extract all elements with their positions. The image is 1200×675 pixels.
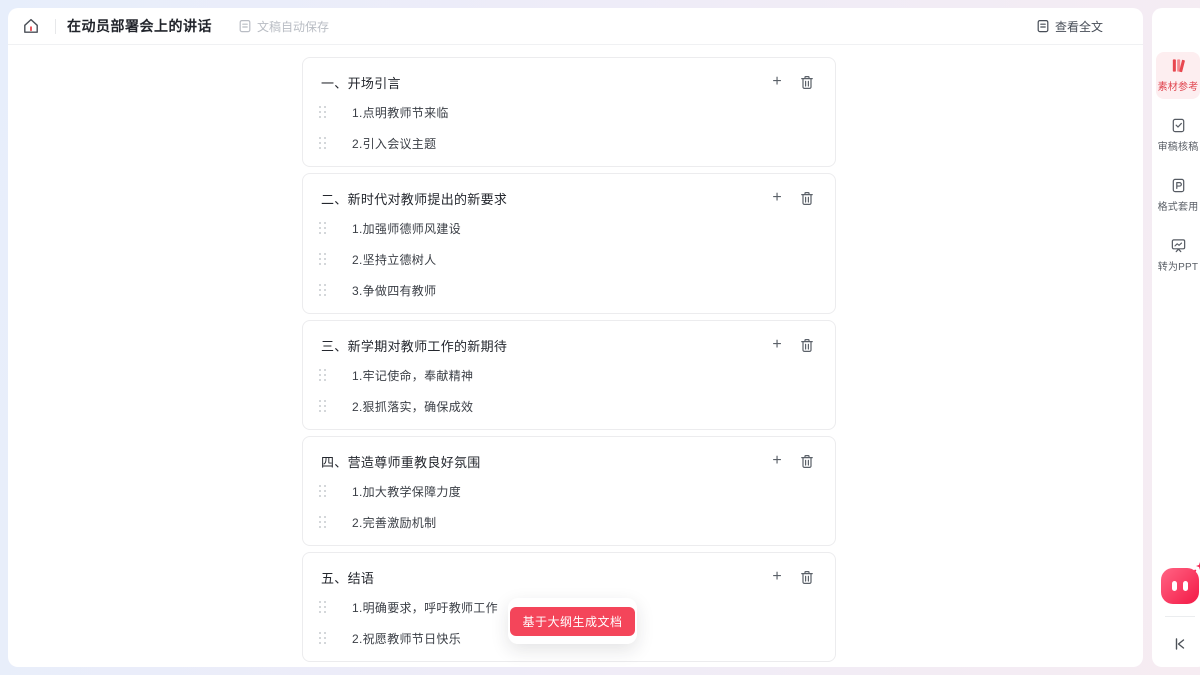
trash-icon [800,570,814,585]
view-full-label: 查看全文 [1055,18,1103,35]
review-proof-icon [1170,117,1187,134]
robot-eye [1183,581,1188,591]
outline-subitem: 1.加强师德师风建设 [319,213,817,244]
trash-icon [800,191,814,206]
delete-section-button[interactable] [797,72,817,92]
generate-document-button[interactable]: 基于大纲生成文档 [510,607,634,636]
outline-subitem: 1.牢记使命，奉献精神 [319,360,817,391]
outline-subitem: 2.引入会议主题 [319,128,817,159]
sidebar-tools: 素材参考审稿核稿格式套用转为PPT [1154,52,1200,292]
subitem-text[interactable]: 2.狠抓落实，确保成效 [352,398,473,415]
sidebar-item-label: 格式套用 [1158,198,1199,213]
document-window: 在动员部署会上的讲话 文稿自动保存 查看全文 [8,8,1143,667]
material-reference-icon [1170,57,1187,74]
top-bar: 在动员部署会上的讲话 文稿自动保存 查看全文 [8,8,1143,45]
section-header: 四、营造尊师重教良好氛围+ [321,451,817,471]
collapse-sidebar-button[interactable] [1169,633,1191,655]
outline-subitem: 1.加大教学保障力度 [319,476,817,507]
section-title[interactable]: 四、营造尊师重教良好氛围 [321,452,767,471]
subitem-text[interactable]: 1.明确要求，呼吁教师工作 [352,599,498,616]
section-header: 一、开场引言+ [321,72,817,92]
trash-icon [800,338,814,353]
add-subitem-button[interactable]: + [767,188,787,208]
sidebar-item-material-reference[interactable]: 素材参考 [1156,52,1200,99]
drag-handle-icon[interactable] [319,253,327,266]
subitem-text[interactable]: 2.祝愿教师节日快乐 [352,630,461,647]
drag-handle-icon[interactable] [319,601,327,614]
collapse-icon [1172,636,1188,652]
subitem-text[interactable]: 1.牢记使命，奉献精神 [352,367,473,384]
drag-handle-icon[interactable] [319,369,327,382]
outline-subitem: 2.坚持立德树人 [319,244,817,275]
outline-section-card: 四、营造尊师重教良好氛围+1.加大教学保障力度2.完善激励机制 [302,436,836,546]
home-icon [21,16,41,36]
subitem-text[interactable]: 2.坚持立德树人 [352,251,436,268]
drag-handle-icon[interactable] [319,222,327,235]
outline-section-card: 三、新学期对教师工作的新期待+1.牢记使命，奉献精神2.狠抓落实，确保成效 [302,320,836,430]
autosave-doc-icon [238,19,252,33]
generate-button-container: 基于大纲生成文档 [508,598,637,644]
subitem-text[interactable]: 2.完善激励机制 [352,514,436,531]
sidebar-divider [1165,616,1195,617]
right-sidebar: 素材参考审稿核稿格式套用转为PPT [1152,8,1200,667]
subitem-text[interactable]: 1.加大教学保障力度 [352,483,461,500]
drag-handle-icon[interactable] [319,137,327,150]
delete-section-button[interactable] [797,188,817,208]
outline-editor: 一、开场引言+1.点明教师节来临2.引入会议主题二、新时代对教师提出的新要求+1… [302,57,836,667]
outline-subitem: 2.狠抓落实，确保成效 [319,391,817,422]
section-title[interactable]: 五、结语 [321,568,767,587]
outline-subitem: 2.完善激励机制 [319,507,817,538]
to-ppt-icon [1170,237,1187,254]
robot-eye [1172,581,1177,591]
autosave-status: 文稿自动保存 [238,18,329,35]
add-subitem-button[interactable]: + [767,72,787,92]
outline-section-card: 二、新时代对教师提出的新要求+1.加强师德师风建设2.坚持立德树人3.争做四有教… [302,173,836,314]
sidebar-item-label: 审稿核稿 [1158,138,1199,153]
drag-handle-icon[interactable] [319,400,327,413]
drag-handle-icon[interactable] [319,485,327,498]
trash-icon [800,454,814,469]
drag-handle-icon[interactable] [319,516,327,529]
sparkle-icon [1193,562,1200,574]
outline-section-card: 一、开场引言+1.点明教师节来临2.引入会议主题 [302,57,836,167]
section-header: 二、新时代对教师提出的新要求+ [321,188,817,208]
format-apply-icon [1170,177,1187,194]
subitem-text[interactable]: 3.争做四有教师 [352,282,436,299]
delete-section-button[interactable] [797,335,817,355]
drag-handle-icon[interactable] [319,106,327,119]
section-header: 五、结语+ [321,567,817,587]
add-subitem-button[interactable]: + [767,335,787,355]
home-button[interactable] [18,13,44,39]
document-title: 在动员部署会上的讲话 [67,16,212,36]
view-full-text-button[interactable]: 查看全文 [1036,18,1103,35]
section-title[interactable]: 一、开场引言 [321,73,767,92]
sidebar-item-label: 素材参考 [1158,78,1199,93]
trash-icon [800,75,814,90]
add-subitem-button[interactable]: + [767,567,787,587]
sidebar-item-format-apply[interactable]: 格式套用 [1156,172,1200,219]
sidebar-item-label: 转为PPT [1158,258,1198,273]
delete-section-button[interactable] [797,567,817,587]
add-subitem-button[interactable]: + [767,451,787,471]
subitem-text[interactable]: 1.点明教师节来临 [352,104,449,121]
drag-handle-icon[interactable] [319,284,327,297]
outline-subitem: 3.争做四有教师 [319,275,817,306]
autosave-label: 文稿自动保存 [257,18,329,35]
section-title[interactable]: 二、新时代对教师提出的新要求 [321,189,767,208]
subitem-text[interactable]: 1.加强师德师风建设 [352,220,461,237]
sidebar-item-review-proof[interactable]: 审稿核稿 [1156,112,1200,159]
topbar-divider [55,19,56,34]
section-header: 三、新学期对教师工作的新期待+ [321,335,817,355]
drag-handle-icon[interactable] [319,632,327,645]
outline-subitem: 1.点明教师节来临 [319,97,817,128]
subitem-text[interactable]: 2.引入会议主题 [352,135,436,152]
sidebar-item-to-ppt[interactable]: 转为PPT [1156,232,1200,279]
assistant-robot-button[interactable] [1161,568,1199,604]
view-full-doc-icon [1036,19,1050,33]
section-title[interactable]: 三、新学期对教师工作的新期待 [321,336,767,355]
delete-section-button[interactable] [797,451,817,471]
app-background: 在动员部署会上的讲话 文稿自动保存 查看全文 [0,0,1200,675]
